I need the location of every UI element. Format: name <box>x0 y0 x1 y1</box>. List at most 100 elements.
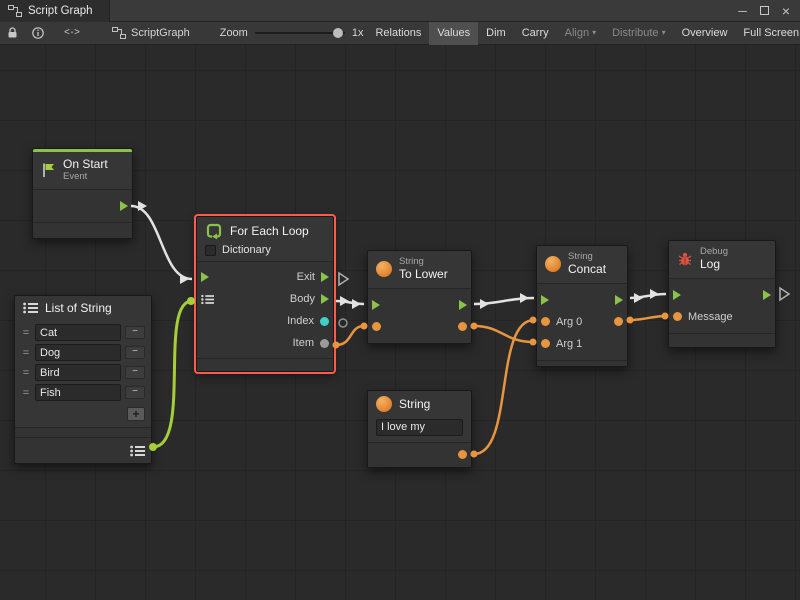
zoom-slider-handle[interactable] <box>333 28 343 38</box>
align-button[interactable]: Align▾ <box>557 22 604 45</box>
distribute-button[interactable]: Distribute▾ <box>604 22 673 45</box>
node-string-literal[interactable]: String <box>367 390 472 468</box>
remove-item-button[interactable]: − <box>125 386 145 399</box>
exit-output-port[interactable] <box>321 272 329 282</box>
ports-section <box>368 288 471 343</box>
minimize-button[interactable]: ─ <box>738 4 747 18</box>
remove-item-button[interactable]: − <box>125 326 145 339</box>
port-label: Index <box>287 315 314 327</box>
node-title: On Start <box>63 158 108 172</box>
node-for-each-loop[interactable]: For Each Loop Dictionary Exit Body <box>196 216 334 372</box>
flow-output-port[interactable] <box>763 290 771 300</box>
full-screen-button[interactable]: Full Screen <box>735 22 800 45</box>
list-item-input[interactable] <box>35 384 121 401</box>
port-row-arg1: Arg 1 <box>537 333 627 355</box>
button-label: Overview <box>682 27 728 39</box>
node-subtitle: Event <box>63 172 108 183</box>
wire-tolower-arg1 <box>474 326 534 342</box>
info-icon[interactable] <box>25 22 51 45</box>
wire-list-foreach <box>153 301 192 447</box>
string-value-input[interactable] <box>376 419 463 436</box>
list-item: = − <box>21 384 145 401</box>
node-debug-log[interactable]: Debug Log Message <box>668 240 776 348</box>
port-label: Body <box>290 293 315 305</box>
list-item-input[interactable] <box>35 324 121 341</box>
port-row-body: Body <box>197 288 333 310</box>
dictionary-checkbox[interactable] <box>205 245 216 256</box>
node-footer <box>197 358 333 371</box>
flow-input-port[interactable] <box>673 290 681 300</box>
remove-item-button[interactable]: − <box>125 346 145 359</box>
flow-input-port[interactable] <box>372 300 380 310</box>
message-input-port[interactable] <box>673 312 682 321</box>
lock-icon[interactable] <box>0 22 25 45</box>
port-label: Item <box>293 337 314 349</box>
add-item-button[interactable]: + <box>127 407 145 421</box>
list-item: = − <box>21 324 145 341</box>
port-label: Arg 0 <box>556 316 582 328</box>
list-item: = − <box>21 344 145 361</box>
dim-button[interactable]: Dim <box>478 22 514 45</box>
ports-section <box>368 442 471 467</box>
remove-item-button[interactable]: − <box>125 366 145 379</box>
arg1-input-port[interactable] <box>541 339 550 348</box>
ports-section: Arg 0 Arg 1 <box>537 283 627 360</box>
result-output-port[interactable] <box>614 317 623 326</box>
node-list-of-string[interactable]: List of String = − = − = − <box>14 295 152 464</box>
list-output-port[interactable] <box>130 445 145 457</box>
overview-button[interactable]: Overview <box>674 22 736 45</box>
close-button[interactable]: × <box>782 3 790 19</box>
wire-tolower-concat-flow <box>474 298 534 304</box>
string-output-port[interactable] <box>458 450 467 459</box>
string-input-port[interactable] <box>372 322 381 331</box>
body-output-port[interactable] <box>321 294 329 304</box>
relations-button[interactable]: Relations <box>367 22 429 45</box>
flow-output-port[interactable] <box>120 201 128 211</box>
drag-handle[interactable]: = <box>21 347 31 359</box>
flag-icon <box>41 162 56 178</box>
flow-output-port[interactable] <box>459 300 467 310</box>
drag-handle[interactable]: = <box>21 387 31 399</box>
wire-onstart-foreach <box>131 206 192 279</box>
port-row-flow <box>368 294 471 316</box>
zoom-control: Zoom 1x <box>198 27 368 39</box>
wire-arrow-icon <box>138 201 147 211</box>
dictionary-option: Dictionary <box>197 244 333 261</box>
carry-button[interactable]: Carry <box>514 22 557 45</box>
button-label: Relations <box>375 27 421 39</box>
node-footer <box>33 222 132 238</box>
flow-input-port[interactable] <box>201 272 209 282</box>
arg0-input-port[interactable] <box>541 317 550 326</box>
list-item-input[interactable] <box>35 344 121 361</box>
flow-input-port[interactable] <box>541 295 549 305</box>
log-out-unconnected-icon <box>780 288 789 300</box>
zoom-slider[interactable] <box>255 32 345 34</box>
toolbar-buttons: Relations Values Dim Carry Align▾ Distri… <box>367 22 800 45</box>
values-button[interactable]: Values <box>429 22 478 45</box>
maximize-button[interactable] <box>760 6 769 15</box>
list-item-input[interactable] <box>35 364 121 381</box>
graph-canvas[interactable]: On Start Event List of String = <box>0 45 800 600</box>
node-header: List of String <box>15 296 151 320</box>
node-title: Concat <box>568 263 606 277</box>
node-header: On Start Event <box>33 152 132 189</box>
node-concat[interactable]: String Concat Arg 0 Arg 1 <box>536 245 628 367</box>
flow-output-port[interactable] <box>615 295 623 305</box>
node-on-start[interactable]: On Start Event <box>32 148 133 239</box>
port-row-item: Item <box>197 332 333 354</box>
node-to-lower[interactable]: String To Lower <box>367 250 472 344</box>
wire-arrow-icon <box>650 289 659 299</box>
graph-name[interactable]: ScriptGraph <box>86 27 198 39</box>
graph-icon <box>8 5 22 17</box>
bug-icon <box>677 251 693 267</box>
code-preview-icon[interactable]: <·> <box>57 22 86 45</box>
string-type-icon <box>545 256 561 272</box>
drag-handle[interactable]: = <box>21 327 31 339</box>
collection-input-port[interactable] <box>201 294 214 305</box>
item-output-port[interactable] <box>320 339 329 348</box>
tab-script-graph[interactable]: Script Graph <box>0 0 110 22</box>
string-output-port[interactable] <box>458 322 467 331</box>
port-row-value <box>368 446 471 464</box>
drag-handle[interactable]: = <box>21 367 31 379</box>
index-output-port[interactable] <box>320 317 329 326</box>
